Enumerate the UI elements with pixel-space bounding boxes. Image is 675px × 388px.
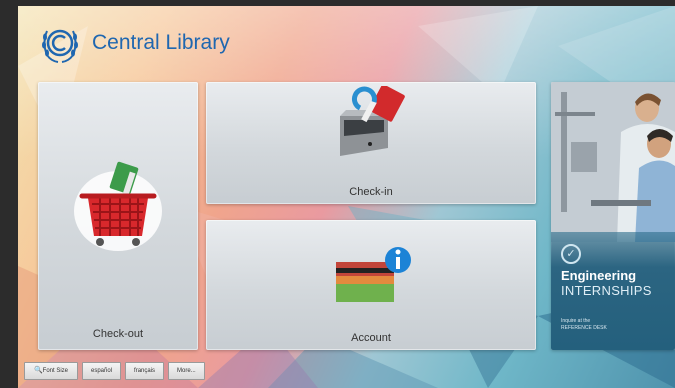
library-brand: Central Library: [38, 20, 230, 66]
account-tile[interactable]: Account: [206, 220, 536, 350]
copyright-laurel-logo-icon: [42, 29, 78, 63]
check-circle-icon: ✓: [561, 244, 581, 264]
engineers-photo: [551, 82, 675, 242]
library-card-info-icon: [336, 247, 411, 302]
magnifier-icon: 🔍: [33, 367, 43, 374]
more-button[interactable]: More...: [168, 362, 205, 380]
promo-subtitle: INTERNSHIPS: [561, 283, 652, 298]
checkin-tile[interactable]: Check-in: [206, 82, 536, 204]
checkout-label: Check-out: [92, 328, 144, 340]
screen: Central Library Check-out Check-in Accou…: [0, 0, 675, 388]
brand-name: Central Library: [92, 31, 230, 54]
engineering-internships-promo[interactable]: ✓ Engineering INTERNSHIPS Inquire at the…: [551, 82, 675, 350]
shopping-basket-icon: [74, 161, 162, 251]
checkout-tile[interactable]: Check-out: [38, 82, 198, 350]
promo-detail-line-1: Inquire at the: [561, 318, 591, 324]
book-return-slot-icon: [340, 86, 405, 156]
language-button-francais[interactable]: français: [125, 362, 165, 380]
engineers-illustration: [551, 82, 675, 242]
checkin-label: Check-in: [349, 186, 393, 198]
language-button-espanol[interactable]: español: [82, 362, 122, 380]
promo-title: Engineering: [561, 268, 637, 283]
font-size-button[interactable]: 🔍Font Size: [24, 362, 78, 380]
font-size-label: Font Size: [42, 368, 69, 374]
account-label: Account: [351, 332, 391, 344]
promo-detail-line-2: REFERENCE DESK: [561, 325, 607, 331]
kiosk-background: Central Library Check-out Check-in Accou…: [18, 6, 675, 388]
bottom-toolbar: 🔍Font Size español français More...: [24, 362, 205, 380]
